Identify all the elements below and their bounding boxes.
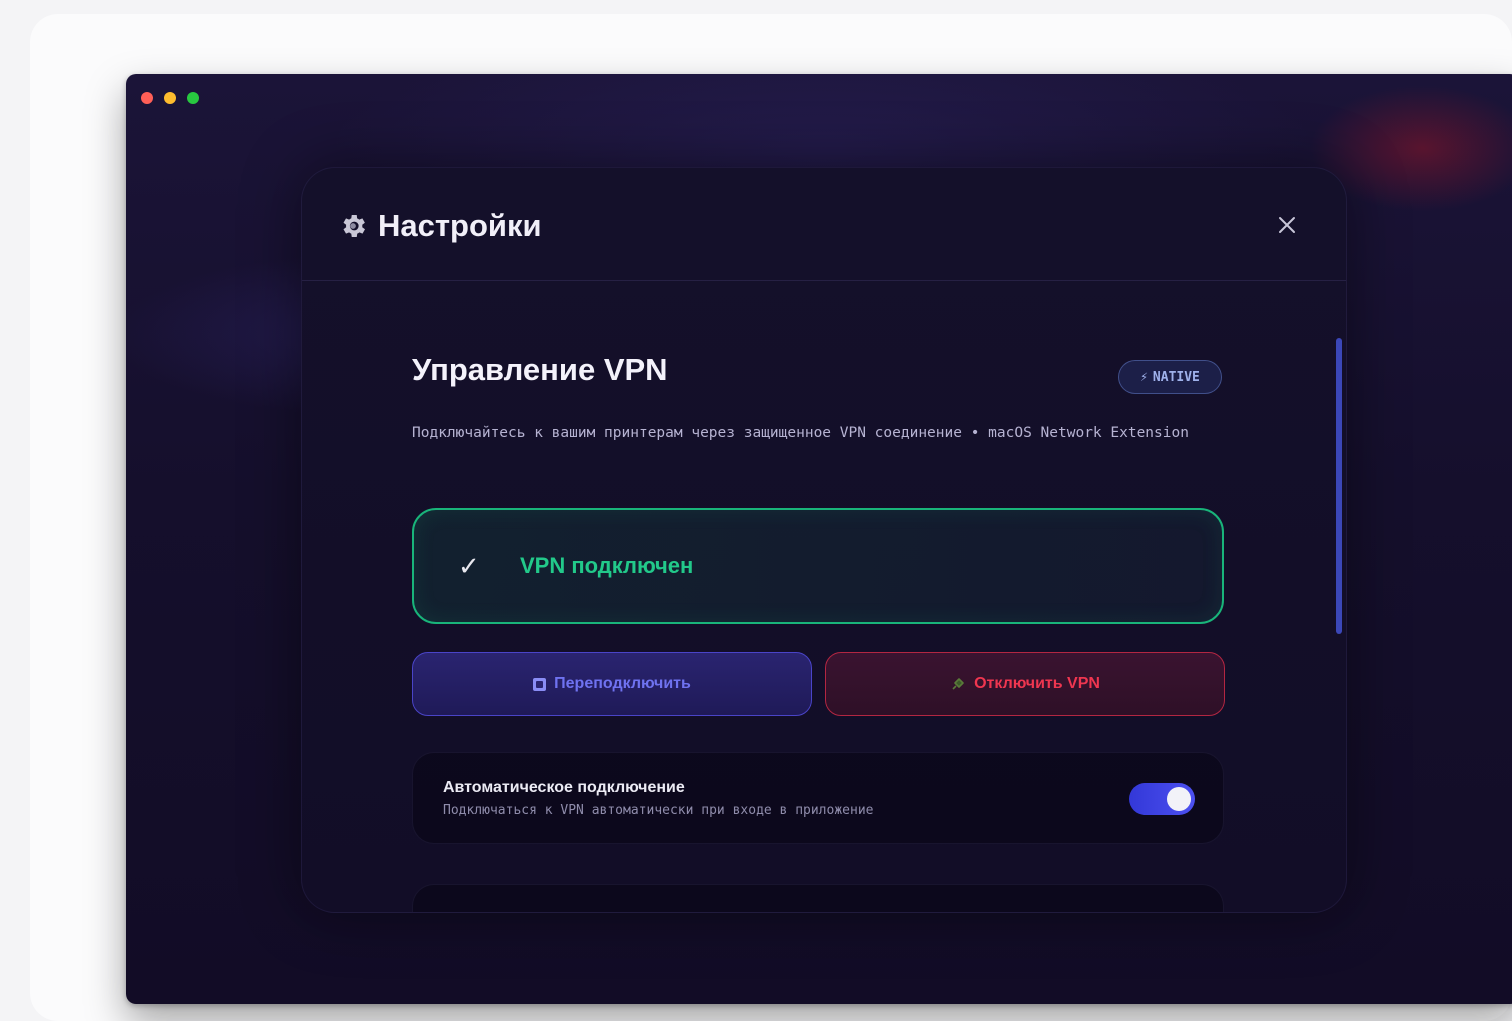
auto-connect-toggle[interactable] — [1129, 783, 1195, 815]
status-text: VPN подключен — [520, 553, 694, 578]
auto-connect-title: Автоматическое подключение — [443, 779, 685, 796]
auto-connect-setting: Автоматическое подключение Подключаться … — [412, 752, 1224, 844]
toggle-knob — [1167, 787, 1191, 811]
reconnect-label: Переподключить — [554, 675, 691, 692]
modal-header: Настройки — [302, 168, 1346, 281]
vpn-status-card: ✓ VPN подключен — [412, 508, 1224, 624]
modal-title-text: Настройки — [378, 208, 542, 243]
app-window: Настройки Управление VPN ⚡ NATIVE Подклю… — [126, 74, 1512, 1004]
badge-label: NATIVE — [1152, 369, 1200, 385]
disconnect-button[interactable]: Отключить VPN — [825, 652, 1225, 716]
section-description: Подключайтесь к вашим принтерам через за… — [412, 425, 1189, 441]
window-controls — [141, 92, 199, 104]
lightning-icon: ⚡ — [1140, 369, 1148, 385]
auto-connect-description: Подключаться к VPN автоматически при вхо… — [443, 803, 874, 818]
reconnect-button[interactable]: Переподключить — [412, 652, 812, 716]
native-badge: ⚡ NATIVE — [1118, 360, 1222, 394]
close-icon[interactable] — [1276, 214, 1298, 236]
settings-modal: Настройки Управление VPN ⚡ NATIVE Подклю… — [301, 167, 1347, 913]
modal-title: Настройки — [338, 208, 542, 244]
gear-icon — [343, 215, 365, 237]
action-buttons: Переподключить Отключить VPN — [412, 652, 1225, 716]
scrollbar[interactable] — [1336, 338, 1342, 634]
plug-icon — [952, 678, 964, 690]
backdrop: Настройки Управление VPN ⚡ NATIVE Подклю… — [30, 14, 1512, 1021]
check-icon: ✓ — [458, 550, 480, 581]
close-window-button[interactable] — [141, 92, 153, 104]
next-setting-card — [412, 884, 1224, 912]
minimize-window-button[interactable] — [164, 92, 176, 104]
disconnect-label: Отключить VPN — [974, 675, 1100, 692]
section-title: Управление VPN — [412, 352, 668, 387]
reconnect-icon — [533, 677, 547, 691]
zoom-window-button[interactable] — [187, 92, 199, 104]
